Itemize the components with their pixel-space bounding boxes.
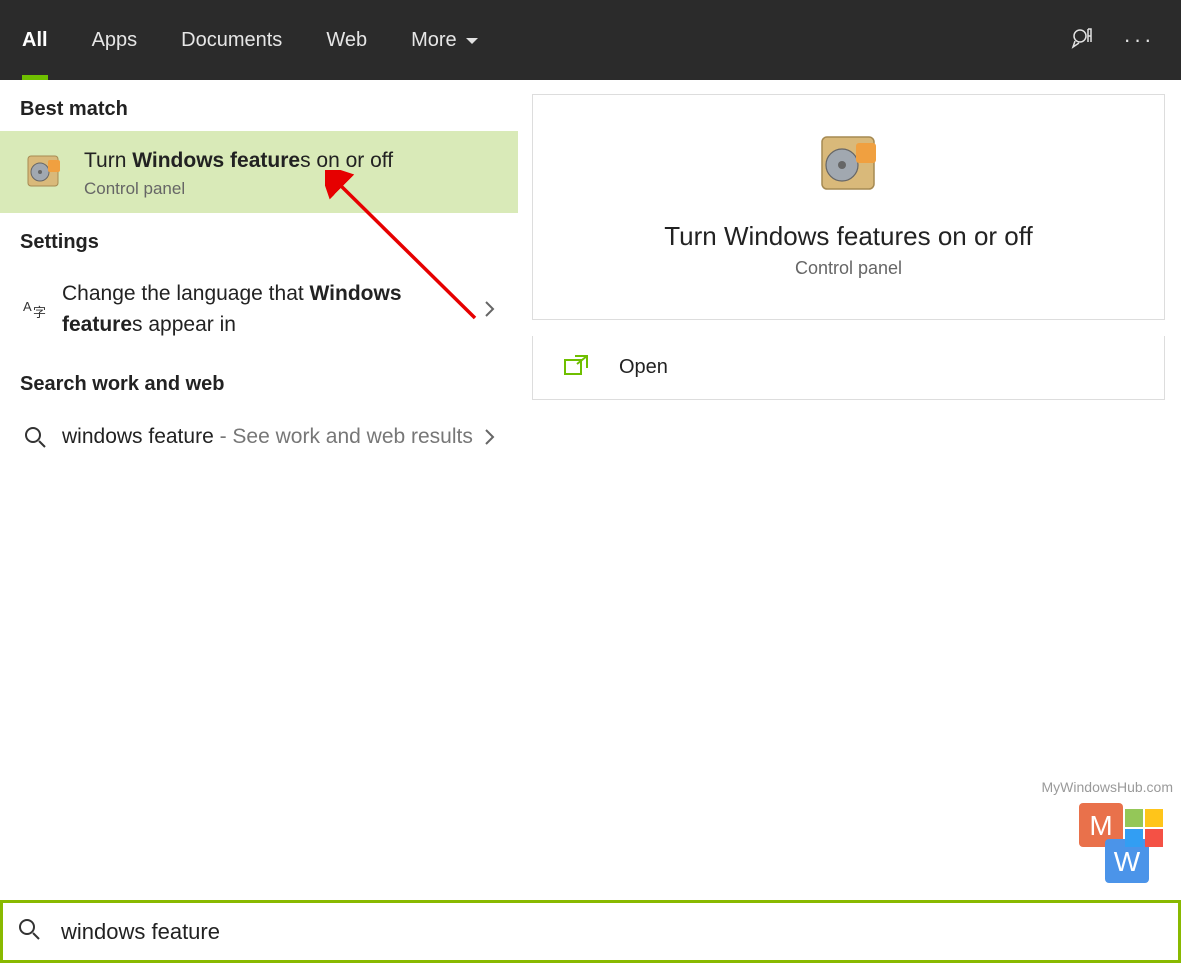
result-subtitle: Control panel — [84, 179, 502, 199]
open-label: Open — [619, 356, 668, 379]
feedback-icon[interactable] — [1069, 26, 1097, 54]
settings-result-language[interactable]: A 字 Change the language that Windows fea… — [0, 264, 518, 355]
search-bar[interactable] — [0, 900, 1181, 963]
svg-text:字: 字 — [33, 305, 46, 320]
tab-web[interactable]: Web — [304, 0, 389, 80]
preview-panel: Turn Windows features on or off Control … — [518, 80, 1181, 900]
settings-heading: Settings — [0, 213, 518, 264]
chevron-down-icon — [465, 29, 479, 52]
open-icon — [563, 354, 599, 381]
tab-apps[interactable]: Apps — [70, 0, 160, 80]
result-title: Turn Windows features on or off — [84, 145, 502, 177]
more-icon[interactable]: ··· — [1125, 26, 1153, 54]
web-result[interactable]: windows feature - See work and web resul… — [0, 406, 518, 468]
programs-features-icon — [810, 125, 888, 203]
open-action[interactable]: Open — [533, 336, 1164, 399]
tab-documents[interactable]: Documents — [159, 0, 304, 80]
chevron-right-icon — [478, 300, 502, 318]
best-match-result[interactable]: Turn Windows features on or off Control … — [0, 131, 518, 213]
search-icon — [17, 917, 45, 946]
programs-features-icon — [20, 148, 68, 196]
preview-card: Turn Windows features on or off Control … — [532, 94, 1165, 320]
search-icon — [18, 420, 52, 454]
tab-all[interactable]: All — [0, 0, 70, 80]
header-tabs: All Apps Documents Web More ··· — [0, 0, 1181, 80]
result-title: windows feature - See work and web resul… — [62, 421, 478, 453]
svg-text:A: A — [23, 299, 32, 314]
language-icon: A 字 — [18, 292, 52, 326]
tab-more[interactable]: More — [389, 0, 501, 80]
search-input[interactable] — [61, 919, 1164, 945]
result-title: Change the language that Windows feature… — [62, 278, 478, 341]
search-web-heading: Search work and web — [0, 355, 518, 406]
preview-subtitle: Control panel — [795, 258, 902, 279]
results-panel: Best match Turn Windows features on or o… — [0, 80, 518, 900]
best-match-heading: Best match — [0, 80, 518, 131]
preview-title: Turn Windows features on or off — [664, 221, 1033, 252]
chevron-right-icon — [478, 428, 502, 446]
